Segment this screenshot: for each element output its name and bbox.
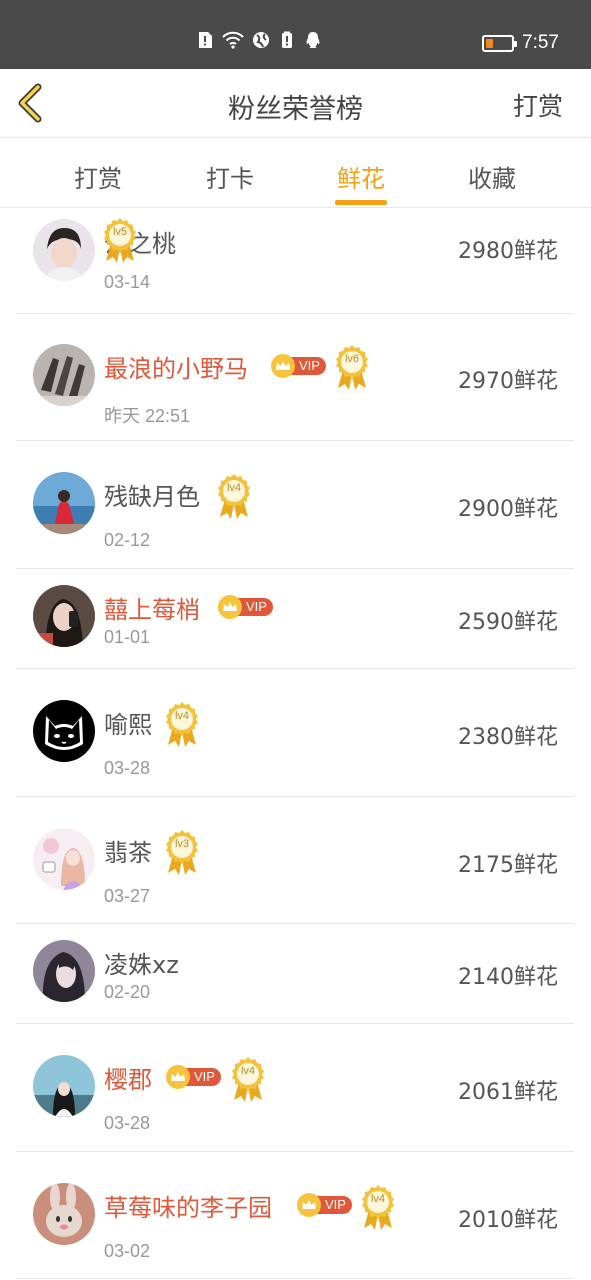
avatar[interactable] <box>33 700 95 762</box>
globe-icon <box>253 32 269 48</box>
tip-button[interactable]: 打赏 <box>513 87 563 123</box>
fan-name: 樱郡 <box>104 1066 152 1094</box>
crown-icon <box>218 595 242 619</box>
avatar[interactable] <box>33 940 95 1002</box>
active-tab-indicator <box>335 200 387 205</box>
avatar[interactable] <box>33 219 95 281</box>
fan-date: 02-12 <box>104 530 151 550</box>
tab-tip[interactable]: 打赏 <box>53 159 143 194</box>
level-label: lv3 <box>174 838 190 850</box>
level-medal-icon: lv5 <box>102 217 138 265</box>
fan-row[interactable]: 囍上莓梢 VIP 01-01 2590鲜花 <box>16 569 574 669</box>
fan-name: 凌姝xz <box>104 951 179 979</box>
fan-row[interactable]: 樱郡 VIP lv4 03-28 2061鲜花 <box>16 1024 574 1152</box>
flower-amount: 2380鲜花 <box>458 725 558 750</box>
tab-bar: 打赏 打卡 鲜花 收藏 <box>0 139 591 208</box>
status-right: 7:57 <box>482 32 559 54</box>
crown-icon <box>297 1193 321 1217</box>
level-label: lv4 <box>240 1065 256 1077</box>
fan-row[interactable]: 喻熙 lv4 03-28 2380鲜花 <box>16 669 574 797</box>
status-icons <box>196 31 322 49</box>
fan-name: 喻熙 <box>104 711 152 739</box>
crown-icon <box>271 354 295 378</box>
battery-level <box>486 38 494 48</box>
level-medal-icon: lv4 <box>216 473 252 521</box>
flower-amount: 2140鲜花 <box>458 965 558 990</box>
fan-name: 草莓味的李子园 <box>104 1194 272 1222</box>
level-medal-icon: lv4 <box>230 1056 266 1104</box>
level-medal-icon: lv4 <box>164 701 200 749</box>
level-label: lv4 <box>226 482 242 494</box>
fan-name: 囍上莓梢 <box>104 596 200 624</box>
vip-badge: VIP <box>271 354 326 378</box>
fan-date: 02-20 <box>104 982 151 1002</box>
level-medal-icon: lv6 <box>334 344 370 392</box>
level-label: lv4 <box>370 1193 386 1205</box>
avatar[interactable] <box>33 828 95 890</box>
avatar[interactable] <box>33 472 95 534</box>
app-header: 粉丝荣誉榜 打赏 <box>0 69 591 138</box>
vip-badge: VIP <box>297 1193 352 1217</box>
fan-name: 翡茶 <box>104 839 152 867</box>
avatar[interactable] <box>33 344 95 406</box>
wifi-icon <box>222 31 244 49</box>
avatar[interactable] <box>33 1055 95 1117</box>
fan-row[interactable]: 草莓味的李子园 VIP lv4 03-02 2010鲜花 <box>16 1152 574 1279</box>
flower-amount: 2061鲜花 <box>458 1080 558 1105</box>
status-time: 7:57 <box>522 32 559 53</box>
status-bar: 7:57 <box>0 0 591 69</box>
fan-date: 03-02 <box>104 1241 151 1261</box>
fan-row[interactable]: 最浪的小野马 VIP lv6 昨天 22:51 2970鲜花 <box>16 314 574 441</box>
level-label: lv5 <box>112 226 128 238</box>
crown-icon <box>166 1065 190 1089</box>
level-medal-icon: lv4 <box>360 1184 396 1232</box>
fan-ranking-list: 云之桃 lv5 03-14 2980鲜花 最浪的小野马 VIP lv6 昨天 22:51 297… <box>16 209 574 1279</box>
qq-icon <box>306 32 320 48</box>
tab-flowers[interactable]: 鲜花 <box>316 159 406 194</box>
fan-date: 03-28 <box>104 1113 151 1133</box>
avatar[interactable] <box>33 585 95 647</box>
flower-amount: 2010鲜花 <box>458 1208 558 1233</box>
fan-row[interactable]: 云之桃 lv5 03-14 2980鲜花 <box>16 209 574 314</box>
page-title: 粉丝荣誉榜 <box>228 94 363 125</box>
fan-row[interactable]: 翡茶 lv3 03-27 2175鲜花 <box>16 797 574 924</box>
level-medal-icon: lv3 <box>164 829 200 877</box>
fan-date: 03-14 <box>104 272 151 292</box>
flower-amount: 2970鲜花 <box>458 369 558 394</box>
level-label: lv6 <box>344 353 360 365</box>
vip-badge: VIP <box>166 1065 221 1089</box>
flower-amount: 2980鲜花 <box>458 239 558 264</box>
flower-amount: 2900鲜花 <box>458 497 558 522</box>
fan-row[interactable]: 残缺月色 lv4 02-12 2900鲜花 <box>16 441 574 569</box>
tab-favorites[interactable]: 收藏 <box>447 159 537 194</box>
fan-name: 最浪的小野马 <box>104 355 248 383</box>
fan-date: 昨天 22:51 <box>104 406 191 426</box>
alert-icon <box>199 32 212 48</box>
level-label: lv4 <box>174 710 190 722</box>
fan-row[interactable]: 凌姝xz 02-20 2140鲜花 <box>16 924 574 1024</box>
battery-saver-icon <box>282 31 292 48</box>
vip-badge: VIP <box>218 595 273 619</box>
avatar[interactable] <box>33 1183 95 1245</box>
fan-name: 残缺月色 <box>104 483 200 511</box>
fan-date: 03-27 <box>104 886 151 906</box>
fan-date: 03-28 <box>104 758 151 778</box>
flower-amount: 2175鲜花 <box>458 853 558 878</box>
fan-date: 01-01 <box>104 627 151 647</box>
flower-amount: 2590鲜花 <box>458 610 558 635</box>
battery-icon <box>482 34 518 52</box>
tab-checkin[interactable]: 打卡 <box>185 159 275 194</box>
